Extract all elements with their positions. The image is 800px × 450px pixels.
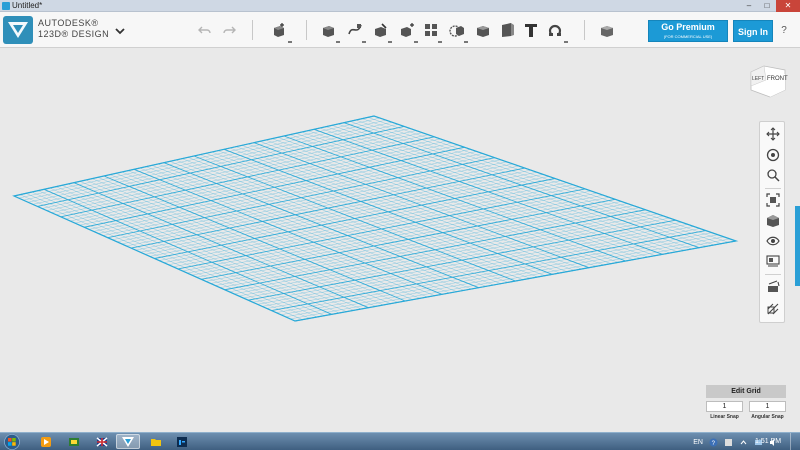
ground-grid	[12, 115, 739, 322]
flag-icon[interactable]	[90, 434, 114, 449]
3d-viewport[interactable]	[0, 49, 800, 432]
logo-icon	[8, 22, 28, 38]
main-toolbar: AUTODESK® 123D® DESIGN Go Premium (FOR C…	[0, 12, 800, 48]
viewcube-left-label: LEFT	[752, 76, 764, 82]
measure-icon[interactable]	[474, 21, 492, 39]
dropdown-caret	[414, 41, 418, 43]
construct-icon[interactable]	[346, 21, 364, 39]
dropdown-caret	[464, 41, 468, 43]
navigation-bar	[759, 121, 785, 323]
dropdown-caret	[438, 41, 442, 43]
dropdown-caret	[388, 41, 392, 43]
toolbar-separator	[306, 20, 307, 40]
fit-icon[interactable]	[764, 192, 782, 208]
materials-outline-icon[interactable]	[764, 253, 782, 269]
window-title: Untitled*	[12, 1, 43, 10]
help-tray-icon[interactable]: ?	[709, 438, 718, 447]
123d-design-icon[interactable]	[116, 434, 140, 449]
window-controls: – □ ✕	[740, 0, 800, 12]
undo-icon[interactable]	[196, 21, 214, 39]
media-player-icon[interactable]	[34, 434, 58, 449]
text-icon[interactable]	[522, 21, 540, 39]
nav-separator	[765, 188, 781, 189]
edit-grid-button[interactable]: Edit Grid	[706, 385, 786, 398]
grid-line	[367, 117, 729, 243]
angular-snap-label: Angular Snap	[751, 414, 784, 420]
angular-snap-input[interactable]: 1	[749, 401, 786, 412]
sign-in-button[interactable]: Sign In	[733, 20, 773, 42]
primitives-icon[interactable]	[270, 21, 288, 39]
view-cube[interactable]: LEFT FRONT	[748, 60, 788, 100]
grid-line	[361, 118, 722, 244]
sketch-icon[interactable]	[320, 21, 338, 39]
view-cube-icon[interactable]	[764, 213, 782, 229]
show-desktop-button[interactable]	[790, 433, 800, 450]
language-indicator[interactable]: EN	[693, 439, 703, 446]
brand-product: 123D® DESIGN	[38, 29, 110, 39]
toolbar-separator	[584, 20, 585, 40]
nav-separator	[765, 274, 781, 275]
brand-autodesk: AUTODESK®	[38, 18, 99, 28]
app-logo[interactable]	[3, 16, 33, 44]
notification-icon[interactable]	[724, 438, 733, 447]
modify-icon[interactable]	[372, 21, 390, 39]
main-menu-chevron-icon[interactable]	[114, 24, 126, 36]
start-button[interactable]	[3, 434, 21, 450]
zoom-icon[interactable]	[764, 167, 782, 183]
pattern-icon[interactable]	[398, 21, 416, 39]
orbit-icon[interactable]	[764, 147, 782, 163]
close-button[interactable]: ✕	[776, 0, 800, 12]
photoshop-icon[interactable]	[170, 434, 194, 449]
title-bar: Untitled* – □ ✕	[0, 0, 800, 12]
combine-icon[interactable]	[448, 21, 466, 39]
dropdown-caret	[288, 41, 292, 43]
hide-sketch-icon[interactable]	[764, 279, 782, 295]
dropdown-caret	[362, 41, 366, 43]
file-explorer-icon[interactable]	[144, 434, 168, 449]
text-block-icon[interactable]	[498, 21, 516, 39]
hide-mesh-icon[interactable]	[764, 301, 782, 317]
grid-line	[355, 119, 715, 246]
help-icon[interactable]: ?	[778, 25, 790, 37]
edit-grid-panel: Edit Grid 1 Linear Snap 1 Angular Snap	[706, 385, 786, 427]
snap-icon[interactable]	[546, 21, 564, 39]
redo-icon[interactable]	[220, 21, 238, 39]
go-premium-button[interactable]: Go Premium (FOR COMMERCIAL USE)	[648, 20, 728, 42]
material-icon[interactable]	[598, 21, 616, 39]
taskbar: EN ? 1:51 PM	[0, 432, 800, 450]
minimize-button[interactable]: –	[740, 0, 758, 12]
linear-snap-label: Linear Snap	[710, 414, 739, 420]
pan-icon[interactable]	[764, 126, 782, 142]
linear-snap-input[interactable]: 1	[706, 401, 743, 412]
go-premium-sublabel: (FOR COMMERCIAL USE)	[663, 34, 713, 39]
visibility-icon[interactable]	[764, 233, 782, 249]
dropdown-caret	[564, 41, 568, 43]
toolbar-separator	[252, 20, 253, 40]
go-premium-label: Go Premium	[661, 22, 715, 32]
show-hidden-icon[interactable]	[739, 438, 748, 447]
app-icon	[2, 2, 10, 10]
maximize-button[interactable]: □	[758, 0, 776, 12]
clock[interactable]: 1:51 PM	[755, 433, 781, 450]
game-icon[interactable]	[62, 434, 86, 449]
side-panel-tab[interactable]	[795, 206, 800, 286]
grid-line	[285, 236, 724, 318]
grouping-icon[interactable]	[422, 21, 440, 39]
dropdown-caret	[336, 41, 340, 43]
viewcube-front-label: FRONT	[767, 76, 788, 82]
